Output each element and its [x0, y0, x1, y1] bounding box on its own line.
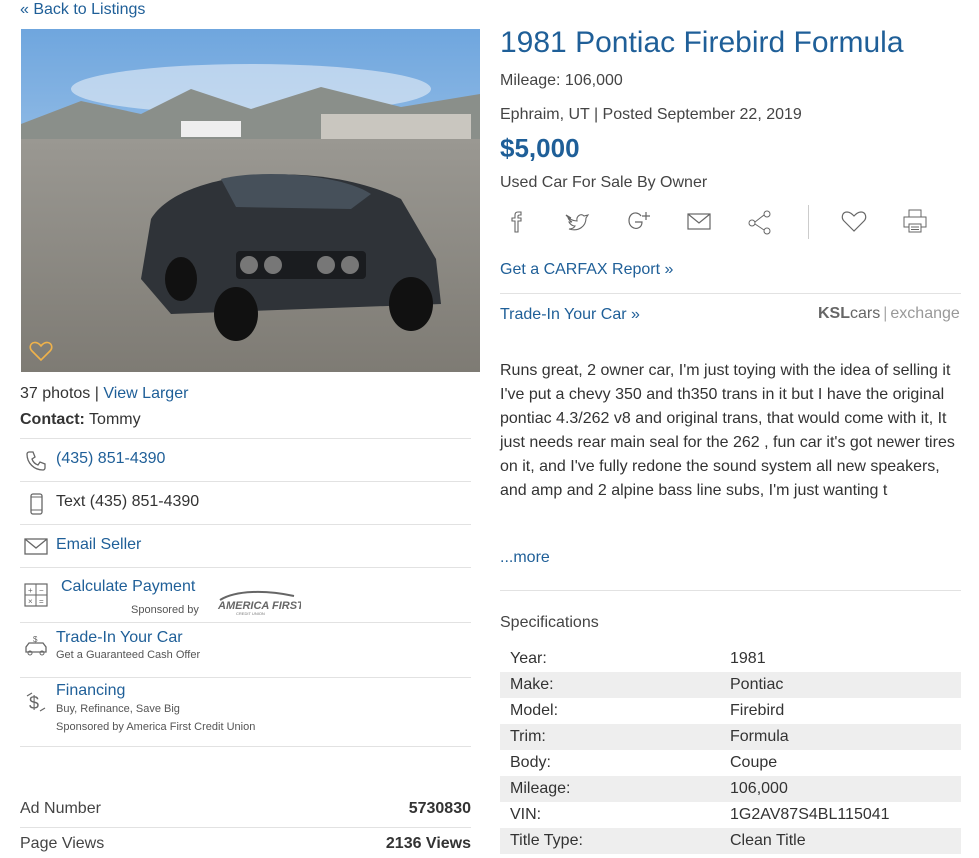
logo-ksl-text: KSL [818, 305, 850, 322]
ad-number-label: Ad Number [20, 800, 101, 817]
listing-price: $5,000 [500, 133, 580, 163]
spec-label: Title Type: [510, 832, 583, 849]
spec-label: Year: [510, 650, 547, 667]
page-views-row: Page Views 2136 Views [20, 835, 471, 853]
spec-label: Model: [510, 702, 559, 719]
share-divider [808, 205, 809, 239]
photo-count-text: 37 photos | [20, 385, 99, 402]
money-icon: $ [24, 690, 48, 719]
spec-value: Firebird [730, 702, 785, 719]
trade-in-row[interactable]: $ Trade-In Your Car Get a Guaranteed Cas… [20, 622, 471, 677]
contact-label: Contact: [20, 411, 85, 428]
view-larger-link[interactable]: View Larger [103, 385, 188, 402]
email-seller-link[interactable]: Email Seller [56, 536, 141, 554]
spec-row: VIN: 1G2AV87S4BL115041 [500, 802, 961, 828]
car-dollar-icon: $ [24, 635, 48, 664]
text-number[interactable]: Text (435) 851-4390 [56, 493, 199, 511]
phone-row[interactable]: (435) 851-4390 [20, 438, 471, 481]
contact-name: Tommy [89, 411, 141, 428]
financing-row[interactable]: $ Financing Buy, Refinance, Save Big Spo… [20, 677, 471, 747]
trade-in-subtext: Get a Guaranteed Cash Offer [56, 649, 201, 661]
listing-sale-type: Used Car For Sale By Owner [500, 174, 708, 191]
spec-label: Body: [510, 754, 551, 771]
specifications-table: Year: 1981 Make: Pontiac Model: Firebird Tr… [500, 646, 961, 854]
more-description-link[interactable]: ...more [500, 549, 550, 567]
svg-text:=: = [39, 597, 44, 606]
america-first-logo: AMERICA FIRST CREDIT UNION [216, 588, 305, 616]
spec-label: VIN: [510, 806, 542, 823]
logo-separator: | [883, 305, 888, 322]
svg-text:+: + [28, 586, 33, 595]
trade-in-link[interactable]: Trade-In Your Car [56, 629, 183, 647]
spec-row: Mileage: 106,000 [500, 776, 961, 802]
carfax-report-link[interactable]: Get a CARFAX Report » [500, 261, 673, 279]
mobile-phone-icon [24, 492, 48, 521]
svg-text:−: − [39, 586, 44, 595]
spec-value: Coupe [730, 754, 778, 771]
contact-line: Contact: Tommy [20, 411, 141, 429]
facebook-icon[interactable] [505, 207, 527, 240]
photo-count: 37 photos | View Larger [20, 385, 188, 403]
financing-subtext: Buy, Refinance, Save Big [56, 703, 180, 715]
logo-exchange-text: exchange [890, 305, 960, 322]
share-toolbar [500, 205, 961, 239]
spec-row: Trim: Formula [500, 724, 961, 750]
listing-location-posted: Ephraim, UT | Posted September 22, 2019 [500, 106, 802, 123]
spec-value: 1981 [730, 650, 766, 667]
spec-label: Mileage: [510, 780, 571, 797]
listing-description: Runs great, 2 owner car, I'm just toying… [500, 362, 955, 499]
ad-number-row: Ad Number 5730830 [20, 800, 471, 818]
listing-mileage: Mileage: 106,000 [500, 72, 623, 89]
spec-row: Title Type: Clean Title [500, 828, 961, 854]
trade-in-your-car-link[interactable]: Trade-In Your Car » [500, 306, 640, 324]
spec-value: 106,000 [730, 780, 788, 797]
svg-text:$: $ [29, 693, 39, 713]
divider [500, 293, 961, 294]
spec-row: Body: Coupe [500, 750, 961, 776]
photo-favorite-heart-icon[interactable] [29, 340, 53, 367]
logo-cars-text: cars [850, 305, 881, 322]
sponsored-by-label: Sponsored by [131, 604, 199, 616]
email-row[interactable]: Email Seller [20, 524, 471, 567]
spec-row: Make: Pontiac [500, 672, 961, 698]
spec-value: 1G2AV87S4BL115041 [730, 806, 890, 823]
ksl-cars-exchange-logo[interactable]: KSLcars | exchange [818, 305, 960, 323]
financing-link[interactable]: Financing [56, 682, 125, 700]
svg-text:CREDIT UNION: CREDIT UNION [236, 611, 265, 616]
svg-text:$: $ [33, 635, 38, 644]
spec-row: Year: 1981 [500, 646, 961, 672]
print-icon[interactable] [901, 207, 929, 240]
spec-value: Formula [730, 728, 789, 745]
listing-photo[interactable] [21, 29, 480, 372]
share-icon[interactable] [746, 207, 774, 240]
email-share-icon[interactable] [685, 207, 713, 240]
divider [20, 827, 471, 828]
listing-title: 1981 Pontiac Firebird Formula [500, 26, 904, 59]
page-views-label: Page Views [20, 835, 105, 852]
phone-number-link[interactable]: (435) 851-4390 [56, 450, 165, 468]
divider [500, 590, 961, 591]
specifications-heading: Specifications [500, 614, 599, 631]
spec-label: Trim: [510, 728, 546, 745]
spec-row: Model: Firebird [500, 698, 961, 724]
calculate-payment-link[interactable]: Calculate Payment [61, 578, 195, 596]
page-views-value: 2136 Views [385, 835, 471, 852]
calculator-icon: + − × = [24, 583, 48, 612]
calculate-payment-row[interactable]: + − × = Calculate Payment Sponsored by AMER… [20, 567, 471, 622]
spec-value: Clean Title [730, 832, 806, 849]
favorite-heart-icon[interactable] [840, 207, 868, 240]
google-plus-icon[interactable] [624, 207, 652, 240]
text-row[interactable]: Text (435) 851-4390 [20, 481, 471, 524]
phone-icon [24, 449, 48, 478]
twitter-icon[interactable] [563, 207, 591, 240]
ad-number-value: 5730830 [408, 800, 471, 817]
back-to-listings-link[interactable]: « Back to Listings [20, 1, 145, 19]
financing-sponsor-text: Sponsored by America First Credit Union [56, 721, 256, 733]
spec-label: Make: [510, 676, 554, 693]
svg-text:×: × [28, 597, 33, 606]
spec-value: Pontiac [730, 676, 784, 693]
envelope-icon [24, 536, 48, 561]
